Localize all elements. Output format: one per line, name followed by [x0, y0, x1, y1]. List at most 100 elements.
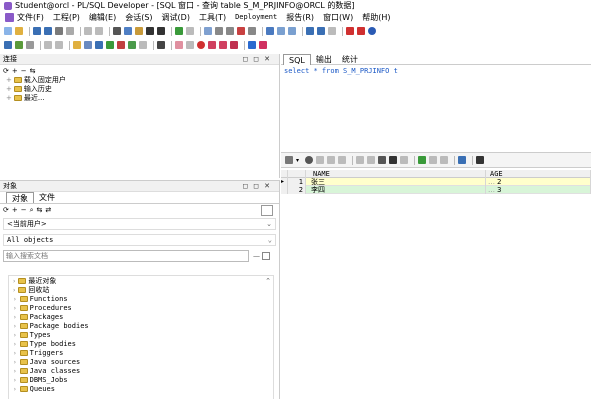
query-builder-icon[interactable]: [4, 41, 12, 49]
log-off-icon[interactable]: [357, 27, 365, 35]
save-results-icon[interactable]: [476, 156, 485, 164]
object-item[interactable]: › 回收站: [13, 286, 273, 295]
object-item[interactable]: › 最近对象: [13, 277, 273, 286]
replace-icon[interactable]: [157, 27, 165, 35]
refresh-query-icon[interactable]: [378, 156, 387, 164]
bookmark-icon[interactable]: [175, 41, 183, 49]
app-menu-icon[interactable]: [5, 13, 14, 22]
connection-item[interactable]: + 最近...: [6, 94, 279, 103]
column-header-name[interactable]: NAME: [309, 170, 486, 178]
chevron-right-icon[interactable]: ›: [13, 314, 17, 321]
cut-icon[interactable]: [113, 27, 121, 35]
new-icon[interactable]: [4, 27, 12, 35]
window-list-icon[interactable]: [266, 27, 274, 35]
pin-icon[interactable]: [157, 41, 165, 49]
clear-icon[interactable]: [186, 41, 194, 49]
user-combo[interactable]: <当前用户> ⌄: [3, 218, 276, 230]
chevron-right-icon[interactable]: ›: [13, 377, 17, 384]
object-item[interactable]: › Types: [13, 331, 273, 340]
add-record-icon[interactable]: [316, 156, 325, 164]
blank-checkbox[interactable]: [261, 205, 273, 216]
commit-icon[interactable]: [237, 27, 245, 35]
tab-statistics[interactable]: 统计: [337, 54, 363, 65]
menu-item-1[interactable]: 工程(P): [53, 11, 80, 24]
rollback-icon[interactable]: [248, 27, 256, 35]
chevron-right-icon[interactable]: ›: [13, 332, 17, 339]
chevron-right-icon[interactable]: ›: [13, 368, 17, 375]
export-icon[interactable]: [418, 156, 427, 164]
arrow-left-icon[interactable]: [259, 41, 267, 49]
first-icon[interactable]: [356, 156, 365, 164]
expand-icon[interactable]: +: [6, 94, 12, 102]
object-item[interactable]: › Packages: [13, 313, 273, 322]
flag-icon[interactable]: [208, 41, 216, 49]
lock-icon[interactable]: [305, 156, 314, 164]
browser-icon[interactable]: [306, 27, 314, 35]
table-row[interactable]: ▸ 1 张三… 2: [281, 178, 591, 186]
indent-icon[interactable]: [215, 27, 223, 35]
connection-item[interactable]: + 载入固定用户: [6, 76, 279, 85]
search-input[interactable]: [3, 250, 249, 262]
test-icon[interactable]: [15, 41, 23, 49]
object-item[interactable]: › Queues: [13, 385, 273, 394]
print-preview-icon[interactable]: [66, 27, 74, 35]
object-item[interactable]: › DBMS_Jobs: [13, 376, 273, 385]
search-dropdown-icon[interactable]: —: [253, 252, 260, 260]
tab-output[interactable]: 输出: [311, 54, 337, 65]
cell-name[interactable]: 张三: [309, 178, 486, 186]
unindent-icon[interactable]: [226, 27, 234, 35]
cell-name[interactable]: 李四: [309, 186, 486, 194]
chevron-right-icon[interactable]: ›: [13, 386, 17, 393]
tools-6-icon[interactable]: [128, 41, 136, 49]
paste-icon[interactable]: [135, 27, 143, 35]
templates-icon[interactable]: [277, 27, 285, 35]
refresh-icon[interactable]: ⟳: [3, 67, 12, 75]
add-icon[interactable]: +: [12, 206, 21, 214]
open-icon[interactable]: [15, 27, 23, 35]
refresh-icon[interactable]: ⟳: [3, 206, 12, 214]
menu-item-7[interactable]: 报告(R): [286, 11, 314, 24]
arrow-right-icon[interactable]: [248, 41, 256, 49]
panel-window-buttons[interactable]: ◻◻✕: [243, 54, 276, 65]
filter-icon[interactable]: ⇆: [37, 206, 46, 214]
menu-item-2[interactable]: 编辑(E): [89, 11, 116, 24]
remove-icon[interactable]: −: [21, 206, 30, 214]
single-record-icon[interactable]: [440, 156, 449, 164]
chevron-right-icon[interactable]: ›: [13, 359, 17, 366]
copy-icon[interactable]: [124, 27, 132, 35]
grid-icon[interactable]: [317, 27, 325, 35]
remove-icon[interactable]: −: [21, 67, 30, 75]
tools-3-icon[interactable]: [95, 41, 103, 49]
tab-files[interactable]: 文件: [34, 192, 60, 203]
cell-age[interactable]: … 3: [486, 186, 591, 194]
break-icon[interactable]: [186, 27, 194, 35]
tools-5-icon[interactable]: [117, 41, 125, 49]
menu-item-6[interactable]: Deployment: [235, 11, 277, 24]
expand-icon[interactable]: +: [6, 76, 12, 84]
edit-icon[interactable]: [26, 41, 34, 49]
expand-icon[interactable]: +: [6, 85, 12, 93]
menu-item-8[interactable]: 窗口(W): [323, 11, 353, 24]
object-item[interactable]: › Java sources: [13, 358, 273, 367]
find-icon[interactable]: ⌕: [30, 206, 37, 215]
explain-icon[interactable]: [204, 27, 212, 35]
find-icon[interactable]: [146, 27, 154, 35]
chevron-right-icon[interactable]: ›: [13, 323, 17, 330]
undo-icon[interactable]: [84, 27, 92, 35]
add-icon[interactable]: +: [12, 67, 21, 75]
object-item[interactable]: › Package bodies: [13, 322, 273, 331]
object-panel-window-buttons[interactable]: ◻◻✕: [243, 181, 276, 192]
clear-filter-icon[interactable]: [400, 156, 409, 164]
print-icon[interactable]: [55, 27, 63, 35]
cell-age[interactable]: … 2: [486, 178, 591, 186]
import-icon[interactable]: [429, 156, 438, 164]
chevron-right-icon[interactable]: ›: [13, 278, 15, 285]
tools-icon[interactable]: [73, 41, 81, 49]
sql-editor[interactable]: select * from S_M_PRJINFO t: [281, 65, 591, 77]
chevron-right-icon[interactable]: ›: [13, 296, 17, 303]
save-icon[interactable]: [33, 27, 41, 35]
chart-icon[interactable]: [458, 156, 467, 164]
grid-mode-icon[interactable]: [285, 156, 293, 164]
link-icon[interactable]: ⇆: [30, 67, 39, 75]
search-options-icon[interactable]: [262, 252, 270, 260]
